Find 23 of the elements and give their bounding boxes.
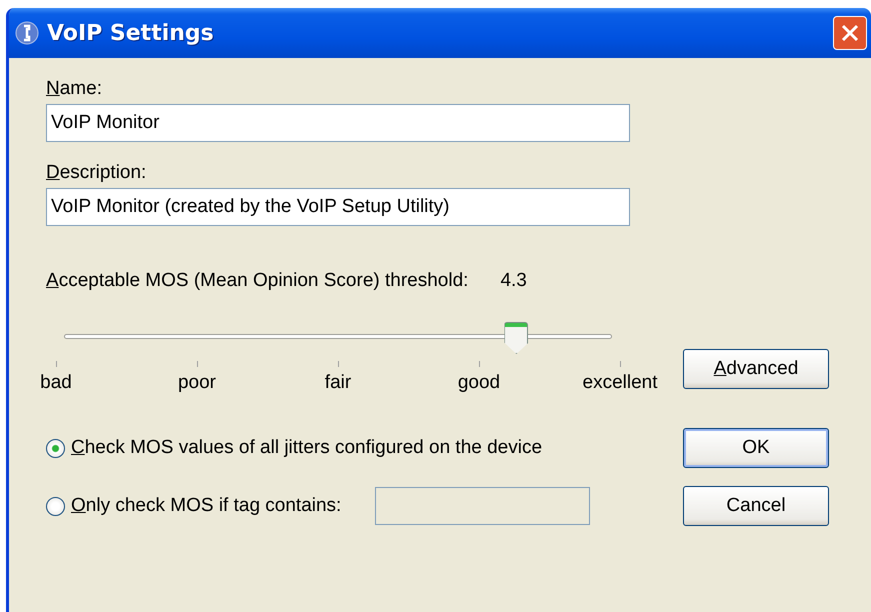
close-icon xyxy=(839,22,861,44)
slider-thumb[interactable] xyxy=(504,322,528,354)
window-title: VoIP Settings xyxy=(47,20,215,46)
radio-button[interactable] xyxy=(46,438,65,458)
scale-label: good xyxy=(458,372,500,394)
advanced-button[interactable]: Advanced xyxy=(683,349,829,389)
threshold-value: 4.3 xyxy=(500,270,527,292)
ok-button[interactable]: OK xyxy=(683,428,829,468)
name-label: Name: xyxy=(46,78,102,100)
radio-button[interactable] xyxy=(46,496,65,516)
close-button[interactable] xyxy=(833,16,867,50)
scale-label: excellent xyxy=(582,372,658,394)
option-label[interactable]: Check MOS values of all jitters configured on the device xyxy=(71,437,542,459)
tag-field[interactable] xyxy=(375,487,590,525)
scale-label: fair xyxy=(324,372,352,394)
threshold-label: Acceptable MOS (Mean Opinion Score) threshold: xyxy=(46,270,468,292)
scale-label: poor xyxy=(178,372,216,394)
description-field[interactable]: VoIP Monitor (created by the VoIP Setup Utility) xyxy=(46,188,630,226)
description-label: Description: xyxy=(46,162,146,184)
cancel-button[interactable]: Cancel xyxy=(683,486,829,526)
scale-label: bad xyxy=(40,372,72,394)
name-field[interactable]: VoIP Monitor xyxy=(46,104,630,142)
option-label[interactable]: Only check MOS if tag contains: xyxy=(71,495,342,517)
